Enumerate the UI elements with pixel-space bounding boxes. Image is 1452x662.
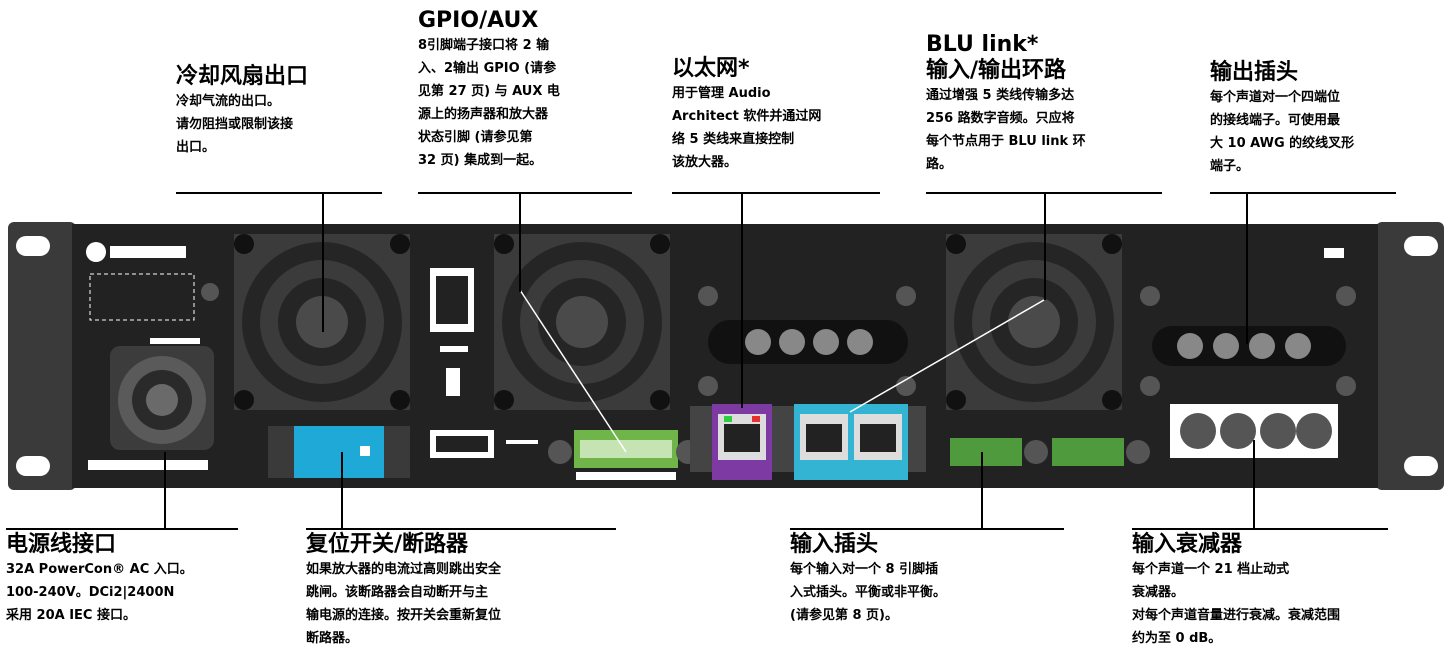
leader-reset (341, 452, 343, 528)
rule-output (1210, 192, 1396, 194)
output-title: 输出插头 (1210, 60, 1299, 85)
reset-body: 如果放大器的电流过高则跳出安全 跳闸。该断路器会自动断开与主 输电源的连接。按开… (306, 562, 502, 646)
rule-fan (176, 192, 382, 194)
gpio-title: GPIO/AUX (418, 8, 539, 33)
fan-body: 冷却气流的出口。 请勿阻挡或限制该接 出口。 (176, 94, 294, 155)
input-title: 输入插头 (790, 532, 879, 557)
leader-fan (322, 192, 324, 332)
leader-gpio (519, 192, 521, 292)
callout-blulink: BLU link* 输入/输出环路 通过增强 5 类线传输多达 256 路数字音… (926, 32, 1162, 176)
fan-title: 冷却风扇出口 (176, 64, 309, 89)
rule-attenuator (1132, 528, 1388, 530)
right-rack-ear (1376, 222, 1444, 490)
rule-input (790, 528, 1064, 530)
ethernet-body: 用于管理 Audio Architect 软件并通过网 络 5 类线来直接控制 … (672, 86, 822, 170)
rule-power (6, 528, 238, 530)
callout-output: 输出插头 每个声道对一个四端位 的接线端子。可使用最 大 10 AWG 的绞线叉… (1210, 60, 1396, 178)
callout-power: 电源线接口 32A PowerCon® AC 入口。 100-240V。DCi2… (6, 532, 246, 627)
ethernet-title: 以太网* (672, 56, 750, 81)
blulink-title-1: BLU link* (926, 32, 1039, 57)
attenuator-title: 输入衰减器 (1132, 532, 1243, 557)
callout-input: 输入插头 每个输入对一个 8 引脚插 入式插头。平衡或非平衡。 (请参见第 8 … (790, 532, 1070, 627)
left-rack-ear (8, 222, 76, 490)
leader-input (981, 452, 983, 528)
leader-attenuator (1253, 440, 1255, 528)
reset-breaker (268, 426, 410, 478)
rule-ethernet (672, 192, 880, 194)
blulink-ports (794, 404, 908, 480)
callout-attenuator: 输入衰减器 每个声道一个 21 档止动式 衰减器。 对每个声道音量进行衰减。衰减… (1132, 532, 1432, 650)
rule-gpio (418, 192, 632, 194)
power-title: 电源线接口 (6, 532, 117, 557)
blulink-title-2: 输入/输出环路 (926, 58, 1067, 83)
right-cooling-fan (946, 234, 1122, 410)
blulink-body: 通过增强 5 类线传输多达 256 路数字音频。只应将 每个节点用于 BLU l… (926, 88, 1086, 172)
rule-reset (306, 528, 616, 530)
rule-blulink (926, 192, 1162, 194)
callout-fan: 冷却风扇出口 冷却气流的出口。 请勿阻挡或限制该接 出口。 (176, 64, 382, 159)
callout-ethernet: 以太网* 用于管理 Audio Architect 软件并通过网 络 5 类线来… (672, 56, 880, 174)
output-body: 每个声道对一个四端位 的接线端子。可使用最 大 10 AWG 的绞线叉形 端子。 (1210, 90, 1355, 174)
power-body: 32A PowerCon® AC 入口。 100-240V。DCi2|2400N… (6, 562, 193, 623)
reset-title: 复位开关/断路器 (306, 532, 469, 557)
callout-reset: 复位开关/断路器 如果放大器的电流过高则跳出安全 跳闸。该断路器会自动断开与主 … (306, 532, 626, 650)
ethernet-port (712, 404, 772, 480)
leader-power (164, 452, 166, 528)
attenuator-body: 每个声道一个 21 档止动式 衰减器。 对每个声道音量进行衰减。衰减范围 约为至… (1132, 562, 1341, 646)
gpio-body: 8引脚端子接口将 2 输 入、2输出 GPIO (请参 见第 27 页) 与 A… (418, 38, 560, 168)
leader-blulink (1044, 192, 1046, 300)
input-body: 每个输入对一个 8 引脚插 入式插头。平衡或非平衡。 (请参见第 8 页)。 (790, 562, 947, 623)
callout-gpio: GPIO/AUX 8引脚端子接口将 2 输 入、2输出 GPIO (请参 见第 … (418, 8, 632, 172)
leader-ethernet (741, 192, 743, 408)
leader-output (1246, 192, 1248, 344)
